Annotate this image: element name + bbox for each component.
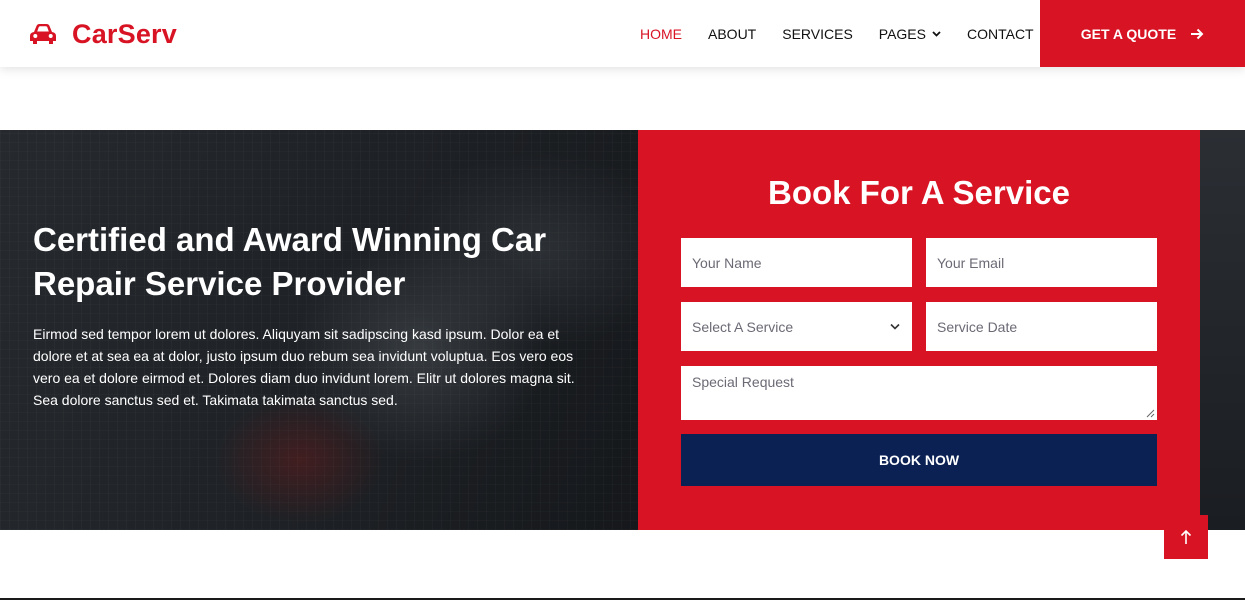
hero-background-strip (1200, 130, 1245, 530)
get-a-quote-button[interactable]: GET A QUOTE (1040, 0, 1245, 67)
nav-item-pages[interactable]: PAGES (879, 26, 941, 42)
chevron-down-icon (932, 30, 941, 37)
email-placeholder: Your Email (937, 254, 1005, 271)
hero-title: Certified and Award Winning Car Repair S… (33, 221, 547, 302)
nav-item-home[interactable]: HOME (640, 26, 682, 42)
hero-description: Eirmod sed tempor lorem ut dolores. Aliq… (33, 326, 575, 408)
service-date-placeholder: Service Date (937, 318, 1018, 335)
nav-item-about[interactable]: ABOUT (708, 26, 756, 42)
nav-item-services[interactable]: SERVICES (782, 26, 853, 42)
booking-form: Book For A Service Your Name Your Email … (638, 130, 1200, 530)
resize-handle-icon[interactable] (1146, 409, 1155, 418)
name-input[interactable]: Your Name (681, 238, 912, 287)
car-icon (30, 24, 56, 44)
book-now-button[interactable]: BOOK NOW (681, 434, 1157, 486)
nav-menu: HOME ABOUT SERVICES PAGES CONTACT (627, 0, 1047, 67)
brand-name: CarServ (72, 18, 177, 49)
hero-section: Certified and Award Winning Car Repair S… (0, 130, 1245, 530)
chevron-down-icon (890, 323, 900, 330)
booking-title: Book For A Service (768, 174, 1070, 211)
name-placeholder: Your Name (692, 254, 762, 271)
special-request-textarea[interactable]: Special Request (681, 366, 1157, 420)
service-select-value: Select A Service (692, 318, 794, 335)
nav-item-pages-label: PAGES (878, 25, 926, 42)
service-select[interactable]: Select A Service (681, 302, 912, 351)
arrow-up-icon (1180, 529, 1192, 544)
get-a-quote-label: GET A QUOTE (1080, 25, 1177, 42)
service-date-input[interactable]: Service Date (926, 302, 1157, 351)
nav-item-contact[interactable]: CONTACT (967, 26, 1034, 42)
arrow-right-icon (1191, 28, 1204, 39)
email-input[interactable]: Your Email (926, 238, 1157, 287)
brand-logo[interactable]: CarServ (28, 17, 177, 51)
special-request-placeholder: Special Request (692, 374, 794, 390)
navbar: CarServ HOME ABOUT SERVICES PAGES CONTAC… (0, 0, 1245, 67)
back-to-top-button[interactable] (1164, 515, 1208, 559)
